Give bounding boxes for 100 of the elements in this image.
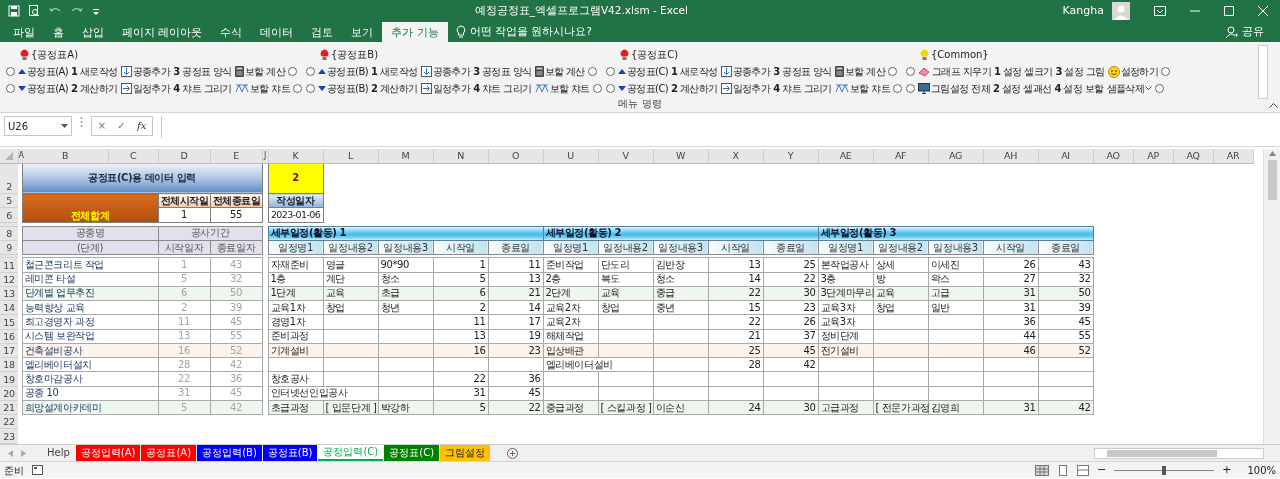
menu-tab[interactable]: 삽입 [73, 22, 113, 42]
sheet-tab[interactable]: 공정표(A) [141, 445, 197, 461]
column-header[interactable]: X [708, 149, 763, 163]
ribbon-button[interactable]: 공정표(C) [617, 64, 669, 79]
scrollbar-thumb[interactable] [1267, 160, 1277, 200]
radio-button[interactable] [287, 67, 297, 76]
column-header[interactable]: A [18, 149, 22, 163]
ribbon-button[interactable]: 그래프 지우기 [917, 64, 991, 79]
ribbon-button[interactable]: 보할 챠트 [534, 81, 590, 96]
ribbon-button[interactable]: 2 계산하기 [671, 81, 718, 96]
scroll-right-icon[interactable] [21, 449, 26, 457]
close-icon[interactable] [1258, 6, 1268, 16]
tell-me-field[interactable]: 어떤 작업을 원하시나요? [469, 24, 592, 40]
sheet-tab[interactable]: 그림설정 [440, 445, 491, 461]
menu-tab[interactable]: 검토 [302, 22, 343, 42]
sheet-tab[interactable]: 공정입력(B) [197, 445, 262, 461]
column-header[interactable]: AE [818, 149, 873, 163]
column-header[interactable]: C [108, 149, 158, 163]
radio-button[interactable] [905, 67, 915, 76]
radio-button[interactable] [1155, 84, 1165, 93]
lightbulb-icon[interactable] [455, 25, 466, 39]
sheet-tab[interactable]: Help [42, 445, 75, 461]
ribbon-button[interactable]: 1 새로작성 [71, 64, 118, 79]
column-header[interactable]: U [543, 149, 598, 163]
column-header[interactable]: J [262, 149, 268, 163]
ribbon-button[interactable]: 샘플삭제 [1106, 81, 1153, 96]
share-icon[interactable] [1226, 26, 1238, 38]
menu-tab[interactable]: 홈 [44, 22, 73, 42]
name-box[interactable]: U26 [4, 116, 72, 136]
radio-button[interactable] [6, 67, 15, 76]
column-header[interactable]: AQ [1173, 149, 1213, 163]
ribbon-button[interactable]: 1 새로작성 [671, 64, 718, 79]
menu-tab[interactable]: 파일 [4, 22, 44, 42]
sheet-tab[interactable]: 공정표(C) [384, 445, 440, 461]
zoom-out-button[interactable]: − [1096, 464, 1107, 476]
radio-button[interactable] [6, 84, 15, 93]
maximize-icon[interactable] [1224, 6, 1234, 16]
ribbon-button[interactable]: 2 설정 셀괘선 [992, 81, 1052, 96]
print-preview-icon[interactable] [28, 5, 40, 17]
column-header[interactable]: D [158, 149, 210, 163]
ribbon-button[interactable]: 4 챠트 그리기 [773, 81, 832, 96]
menu-tab[interactable]: 데이터 [251, 22, 303, 42]
radio-button[interactable] [905, 84, 915, 93]
column-header[interactable]: Y [763, 149, 818, 163]
ribbon-button[interactable]: 공종추가 [120, 64, 171, 79]
column-header[interactable]: AF [873, 149, 928, 163]
column-header[interactable]: V [598, 149, 653, 163]
column-header[interactable]: O [488, 149, 543, 163]
ribbon-button[interactable]: 공종추가 [420, 64, 471, 79]
ribbon-button[interactable]: 1 설정 셀크기 [993, 64, 1053, 79]
normal-view-icon[interactable] [1034, 464, 1049, 476]
radio-button[interactable] [887, 67, 897, 76]
column-header[interactable]: AP [1133, 149, 1173, 163]
ribbon-button[interactable]: 일정추가 [720, 81, 771, 96]
share-button[interactable]: 공유 [1242, 23, 1264, 41]
menu-tab[interactable]: 보기 [342, 22, 383, 42]
cancel-button[interactable]: × [97, 120, 107, 132]
ribbon-button[interactable]: 공종추가 [720, 64, 771, 79]
insert-function-button[interactable]: fx [137, 120, 147, 132]
macro-record-icon[interactable] [32, 465, 43, 475]
radio-button[interactable] [1161, 67, 1171, 76]
ribbon-button[interactable]: 2 계산하기 [71, 81, 118, 96]
column-header[interactable]: AI [1038, 149, 1093, 163]
ribbon-button[interactable]: 공정표(A) [18, 64, 69, 79]
column-header[interactable]: L [323, 149, 378, 163]
radio-button[interactable] [305, 67, 315, 76]
ribbon-button[interactable]: 1 새로작성 [371, 64, 418, 79]
ribbon-button[interactable]: 3 공정표 양식 [173, 64, 232, 79]
ribbon-button[interactable]: 4 설정 보할 [1054, 81, 1104, 96]
slider-thumb[interactable] [1162, 465, 1167, 475]
ribbon-button[interactable]: 4 챠트 그리기 [473, 81, 532, 96]
add-sheet-icon[interactable] [507, 447, 519, 459]
column-header[interactable]: K [268, 149, 323, 163]
radio-button[interactable] [292, 84, 302, 93]
ribbon-button[interactable]: 보할 계산 [534, 64, 585, 79]
ribbon-button[interactable]: 그림설정 전체 [917, 81, 990, 96]
ribbon-button[interactable]: 일정추가 [420, 81, 471, 96]
sheet-tab[interactable]: 공정입력(A) [75, 445, 141, 461]
column-header[interactable]: AG [928, 149, 983, 163]
radio-button[interactable] [592, 84, 602, 93]
row-header[interactable]: 2 [0, 163, 18, 194]
page-break-icon[interactable] [1076, 464, 1089, 476]
zoom-level[interactable]: 100% [1247, 462, 1276, 478]
horizontal-scrollbar[interactable] [1094, 447, 1264, 459]
ribbon-button[interactable]: 공정표(A) [18, 81, 69, 96]
radio-button[interactable] [305, 84, 315, 93]
ribbon-button[interactable]: 4 챠트 그리기 [173, 81, 232, 96]
ribbon-button[interactable]: 설정하기 [1107, 64, 1159, 79]
ribbon-button[interactable]: 보할 챠트 [834, 81, 890, 96]
page-layout-icon[interactable] [1056, 464, 1069, 476]
ribbon-button[interactable]: 2 계산하기 [371, 81, 418, 96]
column-header[interactable]: W [653, 149, 708, 163]
ribbon-button[interactable]: 보할 챠트 [234, 81, 290, 96]
menu-tab[interactable]: 수식 [211, 22, 252, 42]
enter-button[interactable]: ✓ [117, 120, 126, 132]
sheet-tab[interactable]: 공정표(B) [262, 445, 318, 461]
column-header[interactable]: M [378, 149, 433, 163]
ribbon-button[interactable]: 3 공정표 양식 [473, 64, 532, 79]
scrollbar-thumb[interactable] [1107, 449, 1217, 457]
save-icon[interactable] [8, 5, 20, 17]
